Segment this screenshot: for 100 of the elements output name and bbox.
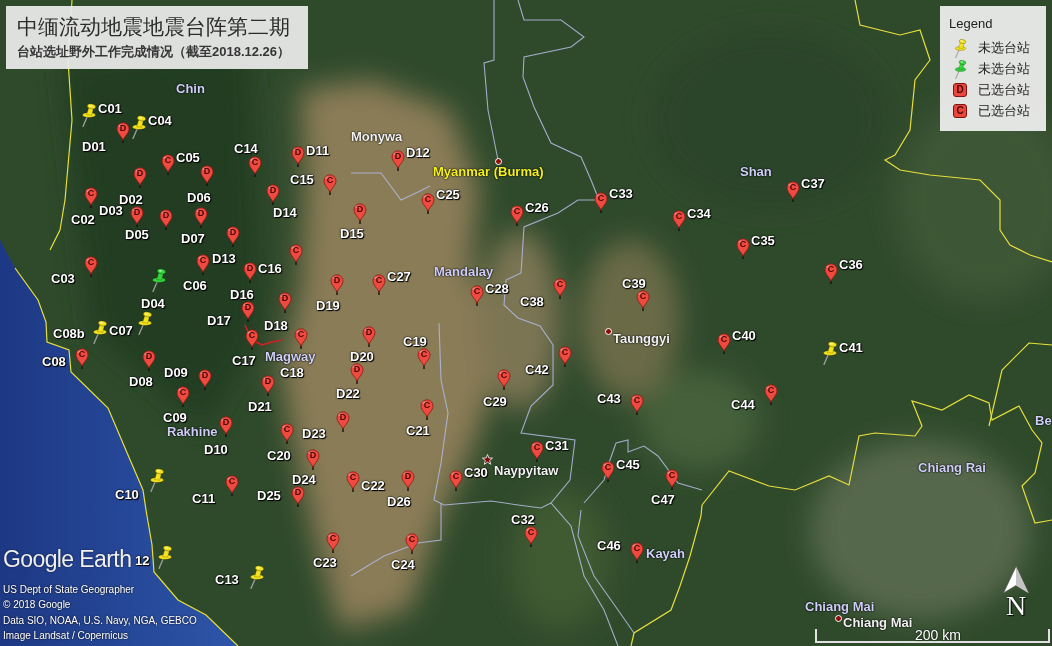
station-label: D15 xyxy=(340,226,364,240)
map-marker[interactable]: C xyxy=(417,348,431,369)
pushpin-icon[interactable] xyxy=(81,102,97,127)
map-marker[interactable]: D xyxy=(133,167,147,188)
pushpin-icon[interactable] xyxy=(131,114,147,139)
map-marker[interactable]: D xyxy=(194,207,208,228)
map-marker[interactable]: C xyxy=(553,278,567,299)
map-marker[interactable]: C xyxy=(280,423,294,444)
map-marker[interactable]: D xyxy=(350,363,364,384)
map-marker[interactable]: C xyxy=(630,394,644,415)
map-marker[interactable]: C xyxy=(510,205,524,226)
map-marker[interactable]: C xyxy=(420,399,434,420)
legend-title: Legend xyxy=(949,16,994,32)
map-marker[interactable]: D xyxy=(219,416,233,437)
map-marker[interactable]: C xyxy=(405,533,419,554)
pushpin-icon[interactable] xyxy=(822,340,838,365)
map-marker[interactable]: C xyxy=(372,274,386,295)
map-marker[interactable]: C xyxy=(421,193,435,214)
station-label: C32 xyxy=(511,512,535,526)
place-label: Taunggyi xyxy=(613,331,670,345)
map-marker[interactable]: C xyxy=(630,542,644,563)
station-label: D25 xyxy=(257,488,281,502)
map-marker[interactable]: D xyxy=(198,369,212,390)
place-label: Mandalay xyxy=(434,264,494,278)
map-marker[interactable]: D xyxy=(116,122,130,143)
station-label: D01 xyxy=(82,139,106,153)
map-marker[interactable]: C xyxy=(449,470,463,491)
map-marker[interactable]: D xyxy=(261,375,275,396)
map-marker[interactable]: C xyxy=(530,441,544,462)
station-label: C46 xyxy=(597,538,621,552)
map-marker[interactable]: C xyxy=(736,238,750,259)
map-marker[interactable]: C xyxy=(717,333,731,354)
map-marker[interactable]: C xyxy=(225,475,239,496)
station-label: D03 xyxy=(99,203,123,217)
map-marker[interactable]: C xyxy=(176,386,190,407)
map-marker[interactable]: C xyxy=(289,244,303,265)
map-marker[interactable]: D xyxy=(200,165,214,186)
map-marker[interactable]: C xyxy=(245,329,259,350)
place-label: Chiang Mai xyxy=(805,599,875,613)
map-marker[interactable]: C xyxy=(294,328,308,349)
map-marker[interactable]: C xyxy=(524,526,538,547)
station-label: C25 xyxy=(436,187,460,201)
map-marker[interactable]: C xyxy=(84,187,98,208)
pushpin-icon[interactable] xyxy=(249,564,265,589)
map-marker[interactable]: D xyxy=(266,184,280,205)
station-label: C18 xyxy=(280,365,304,379)
map-marker[interactable]: D xyxy=(241,301,255,322)
map-marker[interactable]: C xyxy=(601,461,615,482)
map-marker[interactable]: C xyxy=(196,254,210,275)
map-marker[interactable]: C xyxy=(323,174,337,195)
map-marker[interactable]: C xyxy=(326,532,340,553)
map-marker[interactable]: D xyxy=(291,486,305,507)
map-marker[interactable]: D xyxy=(336,411,350,432)
city-dot-icon xyxy=(604,327,612,335)
map-marker[interactable]: C xyxy=(248,156,262,177)
pushpin-icon[interactable] xyxy=(151,267,167,292)
map-marker[interactable]: D xyxy=(226,226,240,247)
city-dot-icon xyxy=(494,157,502,165)
map-marker[interactable]: C xyxy=(764,384,778,405)
station-label: C44 xyxy=(731,397,755,411)
map-marker[interactable]: C xyxy=(786,181,800,202)
map-marker[interactable]: C xyxy=(161,154,175,175)
map-marker[interactable]: D xyxy=(278,292,292,313)
map-marker[interactable]: D xyxy=(330,274,344,295)
map-marker[interactable]: D xyxy=(130,206,144,227)
map-marker[interactable]: C xyxy=(497,369,511,390)
station-label: C05 xyxy=(176,150,200,164)
city-dot-icon xyxy=(834,614,842,622)
map-marker[interactable]: C xyxy=(84,256,98,277)
map-marker[interactable]: D xyxy=(353,203,367,224)
map-marker[interactable]: C xyxy=(672,210,686,231)
station-label: D09 xyxy=(164,365,188,379)
scale-bar: 200 km xyxy=(815,629,1050,643)
place-label: Myanmar (Burma) xyxy=(433,164,544,178)
map-marker[interactable]: C xyxy=(636,290,650,311)
map-marker[interactable]: C xyxy=(824,263,838,284)
place-label: Chiang Rai xyxy=(918,460,986,474)
pushpin-icon[interactable] xyxy=(137,310,153,335)
map-marker[interactable]: D xyxy=(362,326,376,347)
station-label: C09 xyxy=(163,410,187,424)
station-label: C31 xyxy=(545,438,569,452)
map-marker[interactable]: C xyxy=(75,348,89,369)
pushpin-icon[interactable] xyxy=(149,467,165,492)
station-label: D07 xyxy=(181,231,205,245)
map-marker[interactable]: D xyxy=(391,150,405,171)
map-marker[interactable]: C xyxy=(558,346,572,367)
station-label: C14 xyxy=(234,141,258,155)
map-marker[interactable]: C xyxy=(346,471,360,492)
map-marker[interactable]: D xyxy=(401,470,415,491)
pushpin-icon[interactable] xyxy=(92,319,108,344)
star-icon xyxy=(481,453,493,465)
pushpin-icon[interactable] xyxy=(157,544,173,569)
map-marker[interactable]: C xyxy=(665,469,679,490)
map-marker[interactable]: D xyxy=(142,350,156,371)
map-marker[interactable]: D xyxy=(159,209,173,230)
map-marker[interactable]: C xyxy=(594,192,608,213)
map-marker[interactable]: D xyxy=(291,146,305,167)
map-marker[interactable]: D xyxy=(243,262,257,283)
map-marker[interactable]: C xyxy=(470,285,484,306)
map-marker[interactable]: D xyxy=(306,449,320,470)
